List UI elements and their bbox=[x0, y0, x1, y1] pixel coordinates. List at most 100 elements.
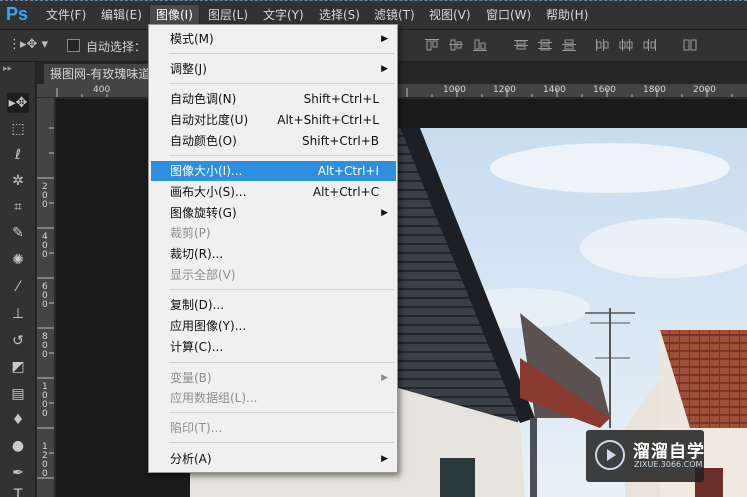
menu-type[interactable]: 文字(Y) bbox=[257, 5, 310, 25]
ruler-left-label: 1000 bbox=[42, 383, 50, 419]
menu-item-label: 自动色调(N) bbox=[170, 92, 237, 106]
menu-item-variables[interactable]: 变量(B) ▶ bbox=[151, 368, 396, 388]
ruler-left-label: 600 bbox=[42, 283, 50, 310]
distribute-bottom-icon[interactable] bbox=[561, 38, 577, 52]
marquee-tool-icon[interactable]: ⬚ bbox=[7, 119, 29, 139]
ruler-left-label-text: 800 bbox=[42, 332, 48, 360]
ruler-top-label: 1400 bbox=[543, 85, 566, 95]
menu-item-label: 显示全部(V) bbox=[170, 268, 236, 282]
menu-divider bbox=[169, 53, 394, 54]
menu-select[interactable]: 选择(S) bbox=[313, 5, 366, 25]
menu-layer[interactable]: 图层(L) bbox=[202, 5, 254, 25]
menu-item-trap[interactable]: 陷印(T)... bbox=[151, 418, 396, 438]
menu-item-reveal-all[interactable]: 显示全部(V) bbox=[151, 265, 396, 285]
menu-item-analysis[interactable]: 分析(A) ▶ bbox=[151, 449, 396, 469]
menu-item-label: 自动颜色(O) bbox=[170, 134, 237, 148]
distribute-top-icon[interactable] bbox=[513, 38, 529, 52]
menu-item-adjust[interactable]: 调整(J) ▶ bbox=[151, 59, 396, 79]
menu-divider bbox=[169, 83, 394, 84]
menu-view[interactable]: 视图(V) bbox=[423, 5, 477, 25]
submenu-arrow-icon: ▶ bbox=[381, 34, 388, 44]
menu-divider bbox=[169, 412, 394, 413]
ruler-left-label-text: 200 bbox=[42, 182, 48, 210]
ruler-top-label: 1600 bbox=[593, 85, 616, 95]
menu-help[interactable]: 帮助(H) bbox=[540, 5, 594, 25]
menu-shortcut: Alt+Ctrl+C bbox=[312, 185, 379, 199]
menu-item-label: 应用数据组(L)... bbox=[170, 391, 258, 405]
menu-item-label: 调整(J) bbox=[170, 62, 207, 76]
menu-item-apply-data-set[interactable]: 应用数据组(L)... bbox=[151, 388, 396, 408]
menu-item-auto-contrast[interactable]: 自动对比度(U) Alt+Shift+Ctrl+L bbox=[151, 110, 396, 130]
distribute-left-icon[interactable] bbox=[594, 38, 610, 52]
auto-align-icon[interactable] bbox=[682, 38, 698, 52]
menu-item-label: 变量(B) bbox=[170, 371, 212, 385]
ruler-top-label: 1200 bbox=[493, 85, 516, 95]
lasso-tool-icon[interactable]: ℓ bbox=[7, 145, 29, 165]
menu-window[interactable]: 窗口(W) bbox=[480, 5, 537, 25]
distribute-vcenter-icon[interactable] bbox=[537, 38, 553, 52]
collapse-panel-icon[interactable]: ▸▸ bbox=[3, 64, 12, 74]
menu-item-trim[interactable]: 裁切(R)... bbox=[151, 244, 396, 264]
gradient-tool-icon[interactable]: ▤ bbox=[7, 384, 29, 404]
menu-item-calculations[interactable]: 计算(C)... bbox=[151, 337, 396, 357]
menu-shortcut: Alt+Shift+Ctrl+L bbox=[277, 113, 379, 127]
menu-item-label: 图像旋转(G) bbox=[170, 206, 237, 220]
magic-wand-tool-icon[interactable]: ✲ bbox=[7, 171, 29, 191]
eyedropper-tool-icon[interactable]: ✎ bbox=[7, 223, 29, 243]
menu-item-image-rotation[interactable]: 图像旋转(G) ▶ bbox=[151, 203, 396, 223]
eraser-tool-icon[interactable]: ◩ bbox=[7, 357, 29, 377]
distribute-hcenter-icon[interactable] bbox=[618, 38, 634, 52]
ruler-top-label: 2000 bbox=[693, 85, 716, 95]
menu-item-crop[interactable]: 裁剪(P) bbox=[151, 223, 396, 243]
menu-image[interactable]: 图像(I) bbox=[149, 4, 200, 26]
ruler-left-label-text: 1200 bbox=[42, 442, 48, 479]
menu-item-duplicate[interactable]: 复制(D)... bbox=[151, 295, 396, 315]
menu-item-label: 计算(C)... bbox=[170, 340, 224, 354]
document-tab[interactable]: 摄图网-有玫瑰味道 bbox=[44, 64, 150, 84]
selection-marquee-line bbox=[0, 0, 747, 1]
ruler-left-label-text: 400 bbox=[42, 232, 48, 260]
crop-tool-icon[interactable]: ⌗ bbox=[7, 197, 29, 217]
distribute-right-icon[interactable] bbox=[642, 38, 658, 52]
vertical-ruler: 200 400 600 800 1000 1200 bbox=[37, 98, 55, 497]
ruler-top-label: 1800 bbox=[643, 85, 666, 95]
auto-select-checkbox[interactable] bbox=[67, 39, 80, 52]
play-icon bbox=[607, 449, 616, 461]
watermark-title: 溜溜自学 bbox=[633, 442, 705, 462]
menu-item-label: 画布大小(S)... bbox=[170, 185, 247, 199]
ruler-left-label: 1200 bbox=[42, 443, 50, 479]
menu-item-auto-tone[interactable]: 自动色调(N) Shift+Ctrl+L bbox=[151, 89, 396, 109]
submenu-arrow-icon: ▶ bbox=[381, 64, 388, 74]
menu-item-label: 分析(A) bbox=[170, 452, 212, 466]
healing-brush-tool-icon[interactable]: ✺ bbox=[7, 250, 29, 270]
align-top-icon[interactable] bbox=[424, 38, 440, 52]
ruler-left-label-text: 1000 bbox=[42, 382, 48, 419]
menu-item-label: 自动对比度(U) bbox=[170, 113, 249, 127]
image-menu-dropdown: 模式(M) ▶ 调整(J) ▶ 自动色调(N) Shift+Ctrl+L 自动对比度(… bbox=[148, 24, 398, 473]
align-bottom-icon[interactable] bbox=[472, 38, 488, 52]
align-vcenter-icon[interactable] bbox=[448, 38, 464, 52]
clone-stamp-tool-icon[interactable]: ⊥ bbox=[7, 304, 29, 324]
move-tool-icon[interactable]: ▸✥ bbox=[7, 93, 29, 113]
menu-item-auto-color[interactable]: 自动颜色(O) Shift+Ctrl+B bbox=[151, 131, 396, 151]
submenu-arrow-icon: ▶ bbox=[381, 208, 388, 218]
menu-item-label: 复制(D)... bbox=[170, 298, 225, 312]
menu-item-mode[interactable]: 模式(M) ▶ bbox=[151, 29, 396, 49]
move-tool-preset-icon[interactable]: ▸✥ ▾ bbox=[20, 37, 48, 53]
menu-edit[interactable]: 编辑(E) bbox=[95, 5, 148, 25]
menu-file[interactable]: 文件(F) bbox=[40, 5, 92, 25]
menu-filter[interactable]: 滤镜(T) bbox=[368, 5, 421, 25]
blur-tool-icon[interactable]: ♦ bbox=[7, 410, 29, 430]
pen-tool-icon[interactable]: ✒ bbox=[7, 463, 29, 483]
menu-item-canvas-size[interactable]: 画布大小(S)... Alt+Ctrl+C bbox=[151, 182, 396, 202]
type-tool-icon[interactable]: T bbox=[7, 485, 29, 497]
dodge-tool-icon[interactable]: ● bbox=[7, 436, 29, 456]
menu-item-image-size[interactable]: 图像大小(I)... Alt+Ctrl+I bbox=[151, 161, 396, 181]
ruler-left-label: 800 bbox=[42, 333, 50, 360]
brush-tool-icon[interactable]: ⁄ bbox=[7, 277, 29, 297]
menu-item-apply-image[interactable]: 应用图像(Y)... bbox=[151, 316, 396, 336]
history-brush-tool-icon[interactable]: ↺ bbox=[7, 331, 29, 351]
submenu-arrow-icon: ▶ bbox=[381, 454, 388, 464]
auto-select-label: 自动选择： bbox=[86, 40, 147, 54]
menu-divider bbox=[169, 442, 394, 443]
